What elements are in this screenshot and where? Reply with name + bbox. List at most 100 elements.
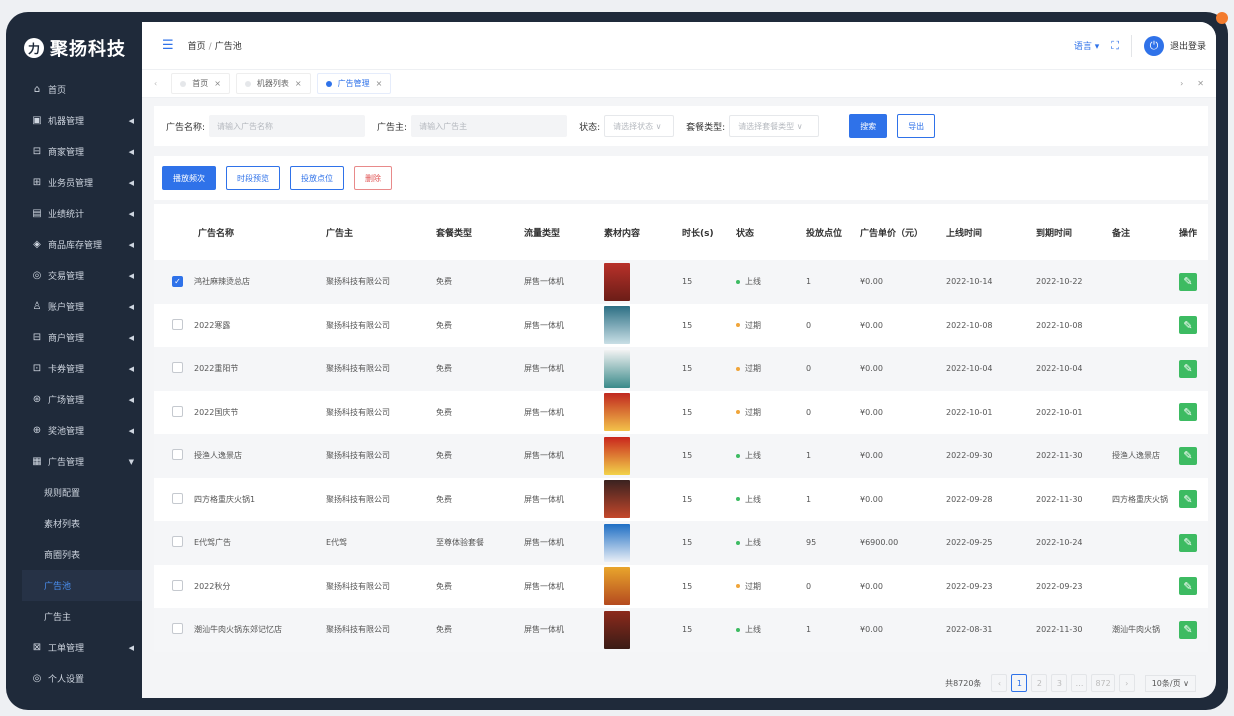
sidebar-menu: ⌂ 首页 ▣ 机器管理 ◀ ⊟ 商家管理 ◀ ⊞ 业务员管理 ◀ ▤ 业绩统计 ◀ ◈ 商品库存管理 ◀ ◎ 交易管… [22,74,142,694]
material-thumbnail[interactable] [604,480,630,519]
sidebar-item-bottom-1[interactable]: ◎ 个人设置 [22,663,142,694]
page-button-2[interactable]: 3 [1051,674,1068,692]
sidebar-subitem-4[interactable]: 广告主 [22,601,142,632]
header-package: 套餐类型 [436,228,473,239]
row-checkbox[interactable] [172,536,183,548]
tab-1[interactable]: 机器列表 × [235,73,311,94]
sidebar-subitem-3[interactable]: 广告池 [22,570,142,601]
row-checkbox[interactable] [172,579,183,591]
table-row[interactable]: 2022秋分 聚扬科技有限公司 免费 屏售一体机 15 过期 0 ¥0.00 2022-09-2… [154,565,1208,609]
row-checkbox[interactable] [172,318,183,330]
tab-close-icon[interactable]: × [376,79,383,88]
material-thumbnail[interactable] [604,393,630,432]
sidebar-subitem-2[interactable]: 商圈列表 [22,539,142,570]
logout-link[interactable]: 退出登录 [1170,39,1206,52]
next-page-button[interactable]: › [1118,674,1135,692]
advertiser-input[interactable]: 请输入广告主 [411,115,568,137]
export-button[interactable]: 导出 [897,114,936,138]
edit-icon[interactable]: ✎ [1179,272,1197,291]
edit-icon[interactable]: ✎ [1179,316,1197,335]
material-thumbnail[interactable] [604,262,630,301]
table-row[interactable]: 2022重阳节 聚扬科技有限公司 免费 屏售一体机 15 过期 0 ¥0.00 2022-10-… [154,347,1208,391]
breadcrumb: 首页 / 广告池 [188,39,242,52]
tab-2[interactable]: 广告管理 × [316,73,392,94]
sidebar-item-main-12[interactable]: ▦ 广告管理 ▼ [22,446,142,477]
edit-icon[interactable]: ✎ [1179,533,1197,552]
edit-icon[interactable]: ✎ [1179,403,1197,422]
sidebar-item-main-4[interactable]: ▤ 业绩统计 ◀ [22,198,142,229]
sidebar-item-main-1[interactable]: ▣ 机器管理 ◀ [22,105,142,136]
page-button-0[interactable]: 1 [1011,674,1028,692]
breadcrumb-home[interactable]: 首页 [188,42,206,52]
edit-icon[interactable]: ✎ [1179,359,1197,378]
edit-icon[interactable]: ✎ [1179,446,1197,465]
row-checkbox[interactable] [172,623,183,635]
sidebar-item-main-2[interactable]: ⊟ 商家管理 ◀ [22,136,142,167]
status-text: 上线 [745,625,761,635]
sidebar-subitem-0[interactable]: 规则配置 [22,477,142,508]
material-thumbnail[interactable] [604,567,630,606]
tabs-close-all-icon[interactable]: ✕ [1197,79,1204,88]
page-button-4[interactable]: 872 [1091,674,1115,692]
sidebar-item-main-3[interactable]: ⊞ 业务员管理 ◀ [22,167,142,198]
table-row[interactable]: 四方格重庆火锅1 聚扬科技有限公司 免费 屏售一体机 15 上线 1 ¥0.00 2022-09… [154,478,1208,522]
sidebar-item-main-6[interactable]: ◎ 交易管理 ◀ [22,260,142,291]
edit-icon[interactable]: ✎ [1179,577,1197,596]
tabs-scroll-left-icon[interactable]: ‹ [154,79,157,88]
power-icon[interactable]: ⏻ [1143,35,1164,56]
material-thumbnail[interactable] [604,306,630,345]
edit-icon[interactable]: ✎ [1179,490,1197,509]
material-thumbnail[interactable] [604,610,630,649]
table-row[interactable]: 2022寒露 聚扬科技有限公司 免费 屏售一体机 15 过期 0 ¥0.00 2022-10-0… [154,304,1208,348]
tab-0[interactable]: 首页 × [171,73,230,94]
status-select[interactable]: 请选择状态 ∨ [604,115,675,137]
duration-cell: 15 [682,320,693,330]
sidebar-item-main-5[interactable]: ◈ 商品库存管理 ◀ [22,229,142,260]
material-thumbnail[interactable] [604,523,630,562]
tab-close-icon[interactable]: × [214,79,221,88]
fullscreen-icon[interactable]: ⛶ [1111,39,1119,53]
page-button-3[interactable]: … [1071,674,1088,692]
table-row[interactable]: E代驾广告 E代驾 至尊体验套餐 屏售一体机 15 上线 95 ¥6900.00 2022-09… [154,521,1208,565]
row-checkbox[interactable] [172,449,183,461]
delete-button[interactable]: 删除 [354,166,392,190]
tab-close-icon[interactable]: × [295,79,302,88]
ad-name-input[interactable]: 请输入广告名称 [209,115,366,137]
row-checkbox[interactable]: ✓ [172,276,183,288]
play-frequency-button[interactable]: 播放频次 [162,166,216,190]
points-cell: 1 [806,277,812,287]
sidebar-item-bottom-0[interactable]: ⊠ 工单管理 ◀ [22,632,142,663]
price-cell: ¥0.00 [860,494,883,504]
menu-toggle-icon[interactable]: ☰ [162,38,174,53]
sidebar-item-main-9[interactable]: ⊡ 卡券管理 ◀ [22,353,142,384]
material-thumbnail[interactable] [604,349,630,388]
table-row[interactable]: 潮汕牛肉火锅东郊记忆店 聚扬科技有限公司 免费 屏售一体机 15 上线 1 ¥0.00 2022… [154,608,1208,652]
page-button-1[interactable]: 2 [1031,674,1048,692]
status-dot-icon [736,366,740,371]
sidebar-item-main-11[interactable]: ⊕ 奖池管理 ◀ [22,415,142,446]
page-size-select[interactable]: 10条/页 ∨ [1144,674,1196,692]
sidebar-item-main-0[interactable]: ⌂ 首页 [22,74,142,105]
sidebar-item-main-8[interactable]: ⊟ 商户管理 ◀ [22,322,142,353]
row-checkbox[interactable] [172,405,183,417]
edit-icon[interactable]: ✎ [1179,620,1197,639]
prev-page-button[interactable]: ‹ [991,674,1008,692]
sidebar-item-main-10[interactable]: ⊛ 广场管理 ◀ [22,384,142,415]
row-checkbox[interactable] [172,362,183,374]
search-button[interactable]: 搜索 [849,114,888,138]
expire-time-cell: 2022-10-01 [1036,407,1083,417]
table-row[interactable]: ✓ 鸿社麻辣烫总店 聚扬科技有限公司 免费 屏售一体机 15 上线 1 ¥0.00 2022-10… [154,260,1208,304]
tabs-scroll-right-icon[interactable]: › [1180,79,1183,88]
sidebar-item-main-7[interactable]: ♙ 账户管理 ◀ [22,291,142,322]
table-row[interactable]: 2022国庆节 聚扬科技有限公司 免费 屏售一体机 15 过期 0 ¥0.00 2022-10-… [154,391,1208,435]
row-checkbox[interactable] [172,492,183,504]
placement-points-button[interactable]: 投放点位 [290,166,344,190]
table-row[interactable]: 授渔人逸景店 聚扬科技有限公司 免费 屏售一体机 15 上线 1 ¥0.00 2022-09-3… [154,434,1208,478]
row-checkbox-cell [154,362,194,375]
sidebar-subitem-1[interactable]: 素材列表 [22,508,142,539]
package-type-select[interactable]: 请选择套餐类型 ∨ [729,115,820,137]
material-thumbnail[interactable] [604,436,630,475]
time-preview-button[interactable]: 时段预览 [226,166,280,190]
status-dot-icon [736,279,740,284]
language-select[interactable]: 语言 ▾ [1074,39,1099,52]
